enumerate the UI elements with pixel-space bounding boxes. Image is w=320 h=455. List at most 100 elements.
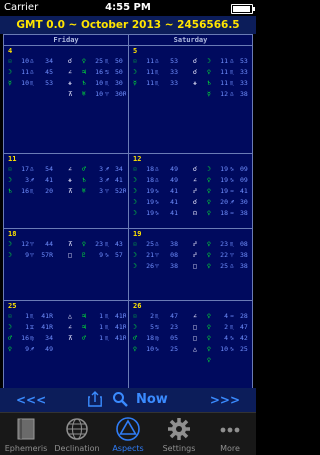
planet-symbol: ☽ — [8, 323, 12, 331]
sign-symbol: ♑ — [230, 334, 234, 342]
tab-settings[interactable]: Settings — [153, 413, 205, 455]
planet-symbol: ☽ — [8, 176, 12, 184]
sign-symbol: ♏ — [230, 323, 234, 331]
day-cell[interactable]: 5 ☉ 11 ♎ 53 ☌ ☽ 11 ♎ 53 ☽ 11 ♏ 33 ☌ ♀ 11 ♏ 33 ☿ 11 ♏ 33 ⚹ ♄ 11 ♏ 33… — [133, 47, 251, 100]
aspect-row: ☉ 10 ♎ 34 ☌ ♀ 25 ♏ 50 — [8, 56, 126, 67]
sign-symbol: ♎ — [230, 57, 234, 65]
aspect-row: ☽ 3 ♐ 41 ⚹ ♄ 3 ♐ 41 — [8, 175, 126, 186]
degree-value: 11 — [21, 68, 29, 76]
degree-value: 19 — [220, 165, 228, 173]
degree-value: 25 — [170, 345, 178, 353]
planet-symbol: ♂ — [133, 334, 137, 342]
next-button[interactable]: >>> — [210, 393, 240, 407]
aspect-row: ☽ 26 ♈ 38 □ ♀ 25 ♎ 38 — [133, 261, 251, 272]
degree-value: 30 — [240, 198, 248, 206]
planet-symbol: ☽ — [8, 68, 12, 76]
degree-value: 33 — [240, 79, 248, 87]
tab-declination[interactable]: Declination — [51, 413, 103, 455]
degree-value: 34 — [45, 334, 53, 342]
sign-symbol: ♎ — [155, 57, 159, 65]
tab-ephemeris[interactable]: Ephemeris — [0, 413, 52, 455]
degree-value: 41R — [41, 323, 53, 331]
day-header-friday: Friday — [53, 36, 79, 44]
degree-value: 25 — [240, 345, 248, 353]
planet-symbol: ☽ — [133, 68, 137, 76]
previous-button[interactable]: <<< — [16, 393, 46, 407]
page-title: GMT 0.0 ~ October 2013 ~ 2456566.5 — [0, 16, 256, 34]
degree-value: 30 — [115, 79, 123, 87]
tab-label: Declination — [54, 444, 100, 453]
sign-symbol: ♏ — [230, 240, 234, 248]
aspect-symbol: ☍ — [193, 240, 197, 248]
sign-symbol: ♑ — [230, 165, 234, 173]
aspect-row: ☉ 25 ♎ 38 ☍ ♀ 23 ♏ 08 — [133, 239, 251, 250]
aspect-row: ☽ 9 ♈ 57R □ ♇ 9 ♑ 57 — [8, 250, 126, 261]
aspect-row: ☽ 19 ♑ 41 ☌ ♀ 20 ♐ 30 — [133, 197, 251, 208]
degree-value: 10 — [146, 345, 154, 353]
degree-value: 50 — [115, 68, 123, 76]
degree-value: 25 — [220, 262, 228, 270]
sign-symbol: ♏ — [105, 79, 109, 87]
degree-value: 18 — [220, 209, 228, 217]
degree-value: 41R — [115, 334, 126, 342]
aspect-symbol: △ — [193, 345, 197, 353]
degree-value: 5 — [150, 323, 154, 331]
degree-value: 38 — [240, 90, 248, 98]
sign-symbol: ♍ — [155, 334, 159, 342]
aspect-symbol: ☍ — [193, 251, 197, 259]
share-icon[interactable] — [88, 391, 102, 407]
tab-aspects[interactable]: Aspects — [102, 413, 154, 455]
day-cell[interactable]: 25 ☉ 1 ♏ 41R △ ♃ 1 ♏ 41R ☽ 1 ♊ 41R ∠ ♃ 1 ♏ 41R ♂ 16 ♍ 34 ⊼ ♂ 1 ♏ 41… — [8, 302, 126, 355]
degree-value: 33 — [240, 68, 248, 76]
calendar-grid: Friday Saturday 4 ☉ 10 ♎ 34 ☌ ♀ 25 ♏ 50 ☽ 11 ♎ 45 ∠ ♃ 16… — [3, 34, 253, 412]
sign-symbol: ♏ — [30, 79, 34, 87]
aspect-symbol: ☊ — [193, 209, 197, 217]
sign-symbol: ♎ — [155, 165, 159, 173]
planet-symbol: ☿ — [133, 79, 137, 87]
sign-symbol: ♎ — [30, 57, 34, 65]
day-number: 19 — [133, 230, 142, 238]
day-cell[interactable]: 11 ☉ 17 ♎ 54 ∠ ♂ 3 ♐ 34 ☽ 3 ♐ 41 ⚹ ♄ 3 ♐ 41 ♄ 16 ♏ 20 ⊼ ♅ 3 ♈ 52R — [8, 155, 126, 208]
sign-symbol: ♏ — [105, 323, 109, 331]
day-cell[interactable]: 12 ☉ 18 ♎ 49 ☌ ☽ 19 ♑ 09 ☽ 18 ♎ 49 ∠ ♀ 19 ♑ 09 ☽ 19 ♑ 41 ☍ ♀ 19 ♒ 4… — [133, 155, 251, 219]
degree-value: 49 — [45, 345, 53, 353]
day-cell[interactable]: 19 ☉ 25 ♎ 38 ☍ ♀ 23 ♏ 08 ☽ 21 ♈ 08 ☍ ♀ 22 ♈ 38 ☽ 26 ♈ 38 □ ♀ 25 ♎ 3… — [133, 230, 251, 272]
degree-value: 11 — [146, 57, 154, 65]
status-bar: Carrier 4:55 PM — [0, 0, 256, 16]
degree-value: 11 — [146, 79, 154, 87]
planet-symbol: ☉ — [8, 165, 12, 173]
degree-value: 19 — [146, 187, 154, 195]
degree-value: 41R — [41, 312, 53, 320]
degree-value: 53 — [240, 57, 248, 65]
sign-symbol: ♋ — [105, 68, 109, 76]
degree-value: 10 — [95, 90, 103, 98]
degree-value: 10 — [220, 345, 228, 353]
now-button[interactable]: Now — [136, 392, 168, 407]
aspect-row: ☽ 19 ♑ 41 ☊ ♀ 18 ♒ 38 — [133, 208, 251, 219]
aspect-symbol: ⊼ — [68, 334, 73, 342]
degree-value: 43 — [115, 240, 123, 248]
day-cell[interactable]: 4 ☉ 10 ♎ 34 ☌ ♀ 25 ♏ 50 ☽ 11 ♎ 45 ∠ ♃ 16 ♋ 50 ☿ 10 ♏ 53 ⚹ ♄ 10 ♏ 30… — [8, 47, 126, 100]
planet-symbol: ☉ — [133, 312, 137, 320]
tab-more[interactable]: More — [204, 413, 256, 455]
gear-icon — [168, 418, 190, 440]
degree-value: 4 — [224, 334, 228, 342]
clock: 4:55 PM — [105, 2, 151, 13]
degree-value: 42 — [240, 334, 248, 342]
aspect-row: ☽ 19 ♑ 41 ☍ ♀ 19 ♒ 41 — [133, 186, 251, 197]
sign-symbol: ♒ — [230, 312, 234, 320]
degree-value: 41R — [115, 323, 126, 331]
aspect-symbol: ⊼ — [68, 187, 73, 195]
planet-symbol: ☽ — [133, 187, 137, 195]
sign-symbol: ♏ — [155, 312, 159, 320]
aspect-row: ☉ 1 ♏ 41R △ ♃ 1 ♏ 41R — [8, 311, 126, 322]
aspect-row: ☽ 18 ♎ 49 ∠ ♀ 19 ♑ 09 — [133, 175, 251, 186]
aspect-row: ☿ 10 ♏ 53 ⚹ ♄ 10 ♏ 30 — [8, 78, 126, 89]
day-cell[interactable]: 26 ☉ 2 ♏ 47 ∠ ♀ 4 ♒ 28 ☽ 5 ♋ 23 □ ♀ 2 ♏ 47 ♂ 18 ♍ 05 □ ♀ 4 ♑ 42 ♀ 10 ♑… — [133, 302, 251, 366]
sign-symbol: ♑ — [155, 345, 159, 353]
degree-value: 10 — [95, 79, 103, 87]
search-icon[interactable] — [112, 391, 128, 407]
degree-value: 41 — [115, 176, 123, 184]
aspect-row: ♀ — [133, 355, 251, 366]
day-cell[interactable]: 18 ☽ 12 ♈ 44 ⊼ ♀ 23 ♏ 43 ☽ 9 ♈ 57R □ ♇ 9 ♑ 57 — [8, 230, 126, 272]
